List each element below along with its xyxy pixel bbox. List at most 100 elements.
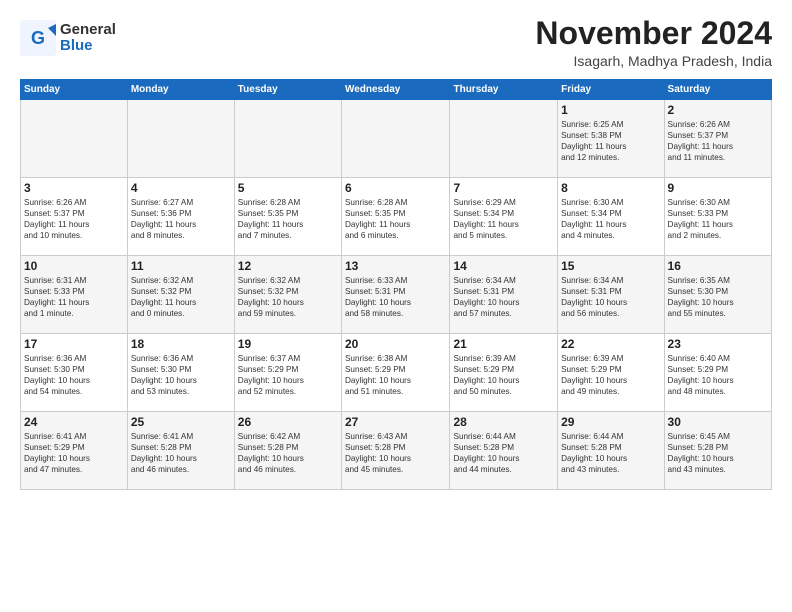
day-number: 26 [238, 415, 338, 429]
week-row-3: 10Sunrise: 6:31 AM Sunset: 5:33 PM Dayli… [21, 256, 772, 334]
cell-day-empty [127, 100, 234, 178]
cell-content: Sunrise: 6:25 AM Sunset: 5:38 PM Dayligh… [561, 119, 660, 163]
cell-day-19: 19 Sunrise: 6:37 AM Sunset: 5:29 PM Dayli… [234, 334, 341, 412]
cell-day-24: 24 Sunrise: 6:41 AM Sunset: 5:29 PM Dayli… [21, 412, 128, 490]
cell-day-20: 20Sunrise: 6:38 AM Sunset: 5:29 PM Dayli… [341, 334, 450, 412]
day-number: 15 [561, 259, 660, 273]
cell-day-23: 23 Sunrise: 6:40 AM Sunset: 5:29 PM Dayli… [664, 334, 771, 412]
cell-content: Sunrise: 6:29 AM Sunset: 5:34 PM Dayligh… [453, 197, 554, 241]
calendar-page: G General Blue November 2024 Isagarh, Ma… [0, 0, 792, 612]
cell-day-empty [450, 100, 558, 178]
calendar-body: 1 Sunrise: 6:25 AM Sunset: 5:38 PM Daylig… [21, 100, 772, 490]
cell-day-18: 18 Sunrise: 6:36 AM Sunset: 5:30 PM Dayli… [127, 334, 234, 412]
header-row: Sunday Monday Tuesday Wednesday Thursday… [21, 80, 772, 100]
cell-content: Sunrise: 6:34 AM Sunset: 5:31 PM Dayligh… [561, 275, 660, 319]
cell-day-16: 16Sunrise: 6:35 AM Sunset: 5:30 PM Dayli… [664, 256, 771, 334]
cell-day-25: 25 Sunrise: 6:41 AM Sunset: 5:28 PM Dayli… [127, 412, 234, 490]
day-number: 30 [668, 415, 768, 429]
header-monday: Monday [127, 80, 234, 100]
day-number: 11 [131, 259, 231, 273]
cell-content: Sunrise: 6:44 AM Sunset: 5:28 PM Dayligh… [561, 431, 660, 475]
cell-content: Sunrise: 6:32 AM Sunset: 5:32 PM Dayligh… [238, 275, 338, 319]
day-number: 2 [668, 103, 768, 117]
cell-day-empty [341, 100, 450, 178]
week-row-2: 3Sunrise: 6:26 AM Sunset: 5:37 PM Daylig… [21, 178, 772, 256]
calendar-table: Sunday Monday Tuesday Wednesday Thursday… [20, 79, 772, 490]
calendar-header: Sunday Monday Tuesday Wednesday Thursday… [21, 80, 772, 100]
day-number: 25 [131, 415, 231, 429]
cell-content: Sunrise: 6:37 AM Sunset: 5:29 PM Dayligh… [238, 353, 338, 397]
cell-day-27: 27 Sunrise: 6:43 AM Sunset: 5:28 PM Dayli… [341, 412, 450, 490]
cell-day-26: 26 Sunrise: 6:42 AM Sunset: 5:28 PM Dayli… [234, 412, 341, 490]
cell-content: Sunrise: 6:34 AM Sunset: 5:31 PM Dayligh… [453, 275, 554, 319]
cell-content: Sunrise: 6:43 AM Sunset: 5:28 PM Dayligh… [345, 431, 447, 475]
cell-day-4: 4Sunrise: 6:27 AM Sunset: 5:36 PM Daylig… [127, 178, 234, 256]
cell-content: Sunrise: 6:33 AM Sunset: 5:31 PM Dayligh… [345, 275, 447, 319]
cell-day-30: 30 Sunrise: 6:45 AM Sunset: 5:28 PM Dayli… [664, 412, 771, 490]
week-row-5: 24 Sunrise: 6:41 AM Sunset: 5:29 PM Dayli… [21, 412, 772, 490]
logo-icon: G [20, 20, 56, 56]
cell-content: Sunrise: 6:36 AM Sunset: 5:30 PM Dayligh… [24, 353, 124, 397]
day-number: 13 [345, 259, 447, 273]
month-title: November 2024 [535, 16, 772, 51]
cell-day-12: 12 Sunrise: 6:32 AM Sunset: 5:32 PM Dayli… [234, 256, 341, 334]
cell-day-13: 13 Sunrise: 6:33 AM Sunset: 5:31 PM Dayli… [341, 256, 450, 334]
day-number: 19 [238, 337, 338, 351]
day-number: 1 [561, 103, 660, 117]
cell-content: Sunrise: 6:36 AM Sunset: 5:30 PM Dayligh… [131, 353, 231, 397]
day-number: 22 [561, 337, 660, 351]
cell-content: Sunrise: 6:28 AM Sunset: 5:35 PM Dayligh… [238, 197, 338, 241]
day-number: 27 [345, 415, 447, 429]
day-number: 14 [453, 259, 554, 273]
cell-content: Sunrise: 6:26 AM Sunset: 5:37 PM Dayligh… [668, 119, 768, 163]
cell-day-14: 14 Sunrise: 6:34 AM Sunset: 5:31 PM Dayli… [450, 256, 558, 334]
day-number: 9 [668, 181, 768, 195]
cell-content: Sunrise: 6:32 AM Sunset: 5:32 PM Dayligh… [131, 275, 231, 319]
cell-day-8: 8Sunrise: 6:30 AM Sunset: 5:34 PM Daylig… [558, 178, 664, 256]
day-number: 21 [453, 337, 554, 351]
cell-day-3: 3Sunrise: 6:26 AM Sunset: 5:37 PM Daylig… [21, 178, 128, 256]
logo: G General Blue [20, 20, 116, 56]
cell-day-9: 9 Sunrise: 6:30 AM Sunset: 5:33 PM Daylig… [664, 178, 771, 256]
cell-content: Sunrise: 6:45 AM Sunset: 5:28 PM Dayligh… [668, 431, 768, 475]
day-number: 24 [24, 415, 124, 429]
cell-day-empty [21, 100, 128, 178]
day-number: 20 [345, 337, 447, 351]
day-number: 17 [24, 337, 124, 351]
cell-content: Sunrise: 6:39 AM Sunset: 5:29 PM Dayligh… [453, 353, 554, 397]
week-row-1: 1 Sunrise: 6:25 AM Sunset: 5:38 PM Daylig… [21, 100, 772, 178]
day-number: 18 [131, 337, 231, 351]
day-number: 4 [131, 181, 231, 195]
header-wednesday: Wednesday [341, 80, 450, 100]
day-number: 16 [668, 259, 768, 273]
day-number: 3 [24, 181, 124, 195]
day-number: 10 [24, 259, 124, 273]
header-thursday: Thursday [450, 80, 558, 100]
day-number: 7 [453, 181, 554, 195]
header: G General Blue November 2024 Isagarh, Ma… [20, 16, 772, 69]
logo-blue-text: Blue [60, 38, 116, 55]
cell-day-7: 7 Sunrise: 6:29 AM Sunset: 5:34 PM Daylig… [450, 178, 558, 256]
cell-content: Sunrise: 6:42 AM Sunset: 5:28 PM Dayligh… [238, 431, 338, 475]
header-friday: Friday [558, 80, 664, 100]
cell-day-22: 22 Sunrise: 6:39 AM Sunset: 5:29 PM Dayli… [558, 334, 664, 412]
cell-content: Sunrise: 6:41 AM Sunset: 5:28 PM Dayligh… [131, 431, 231, 475]
cell-content: Sunrise: 6:40 AM Sunset: 5:29 PM Dayligh… [668, 353, 768, 397]
cell-day-1: 1 Sunrise: 6:25 AM Sunset: 5:38 PM Daylig… [558, 100, 664, 178]
cell-content: Sunrise: 6:41 AM Sunset: 5:29 PM Dayligh… [24, 431, 124, 475]
header-tuesday: Tuesday [234, 80, 341, 100]
week-row-4: 17 Sunrise: 6:36 AM Sunset: 5:30 PM Dayli… [21, 334, 772, 412]
day-number: 28 [453, 415, 554, 429]
cell-content: Sunrise: 6:30 AM Sunset: 5:33 PM Dayligh… [668, 197, 768, 241]
cell-day-empty [234, 100, 341, 178]
day-number: 23 [668, 337, 768, 351]
cell-day-28: 28 Sunrise: 6:44 AM Sunset: 5:28 PM Dayli… [450, 412, 558, 490]
svg-text:G: G [31, 28, 45, 48]
cell-day-15: 15 Sunrise: 6:34 AM Sunset: 5:31 PM Dayli… [558, 256, 664, 334]
cell-content: Sunrise: 6:44 AM Sunset: 5:28 PM Dayligh… [453, 431, 554, 475]
cell-content: Sunrise: 6:39 AM Sunset: 5:29 PM Dayligh… [561, 353, 660, 397]
day-number: 12 [238, 259, 338, 273]
day-number: 6 [345, 181, 447, 195]
logo-text: General Blue [60, 22, 116, 55]
cell-day-5: 5Sunrise: 6:28 AM Sunset: 5:35 PM Daylig… [234, 178, 341, 256]
